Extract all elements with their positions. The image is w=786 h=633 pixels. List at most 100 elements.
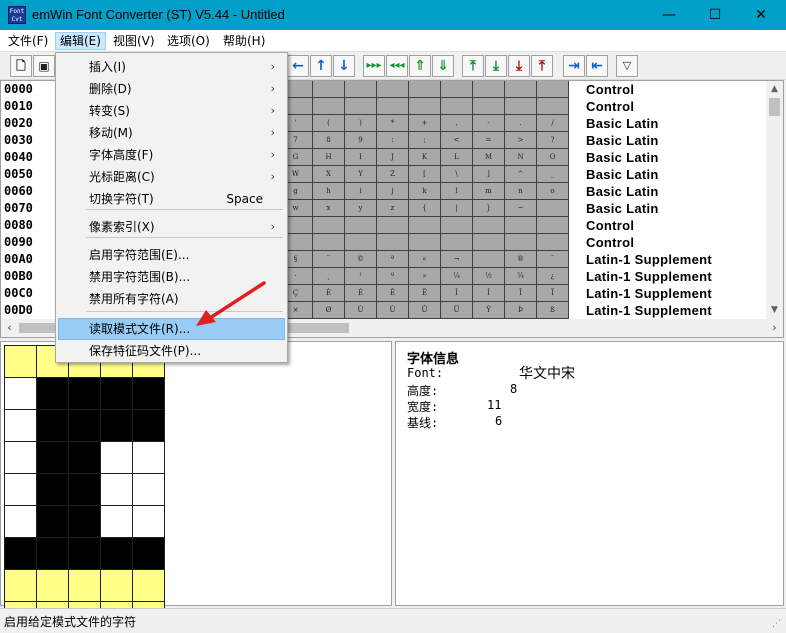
char-code[interactable]: 0060	[4, 183, 54, 200]
menu-view[interactable]: 视图(V)	[109, 32, 159, 50]
pixel-cell[interactable]	[101, 378, 133, 410]
char-cell[interactable]	[377, 98, 409, 115]
char-cell[interactable]: ª	[377, 251, 409, 268]
pixel-cell[interactable]	[5, 442, 37, 474]
move-up-red-icon[interactable]: ⤒	[531, 55, 553, 77]
char-cell[interactable]: ?	[537, 132, 569, 149]
pixel-cell[interactable]	[101, 538, 133, 570]
char-code[interactable]: 0020	[4, 115, 54, 132]
char-cell[interactable]: }	[473, 200, 505, 217]
char-cell[interactable]: /	[537, 115, 569, 132]
pixel-cell[interactable]	[133, 570, 165, 602]
pixel-cell[interactable]	[5, 538, 37, 570]
close-button[interactable]: ✕	[738, 0, 784, 30]
maximize-button[interactable]: ☐	[692, 0, 738, 30]
pixel-cell[interactable]	[37, 410, 69, 442]
menu-file[interactable]: 文件(F)	[4, 32, 52, 50]
char-cell[interactable]: Ë	[409, 285, 441, 302]
arrow-down-icon[interactable]: ↓	[333, 55, 355, 77]
char-cell[interactable]	[377, 81, 409, 98]
scroll-up-icon[interactable]: ▲	[766, 81, 783, 98]
pixel-cell[interactable]	[69, 538, 101, 570]
char-cell[interactable]: n	[505, 183, 537, 200]
char-cell[interactable]: N	[505, 149, 537, 166]
char-cell[interactable]	[345, 234, 377, 251]
move-down-icon[interactable]: ⤓	[485, 55, 507, 77]
char-cell[interactable]: ¿	[537, 268, 569, 285]
align-top-icon[interactable]: ⤒	[462, 55, 484, 77]
char-cell[interactable]: Ù	[345, 302, 377, 319]
char-cell[interactable]: X	[313, 166, 345, 183]
char-cell[interactable]: h	[313, 183, 345, 200]
char-cell[interactable]: Ú	[377, 302, 409, 319]
char-cell[interactable]: K	[409, 149, 441, 166]
char-cell[interactable]: )	[345, 115, 377, 132]
char-cell[interactable]	[441, 98, 473, 115]
char-cell[interactable]: J	[377, 149, 409, 166]
char-cell[interactable]: Ê	[377, 285, 409, 302]
scroll-left-icon[interactable]: ‹	[1, 319, 18, 337]
char-cell[interactable]: «	[409, 251, 441, 268]
char-cell[interactable]: {	[409, 200, 441, 217]
char-cell[interactable]	[505, 98, 537, 115]
char-cell[interactable]	[537, 200, 569, 217]
char-cell[interactable]: »	[409, 268, 441, 285]
pixel-grid[interactable]	[4, 345, 165, 633]
char-cell[interactable]: Z	[377, 166, 409, 183]
char-cell[interactable]: i	[345, 183, 377, 200]
char-code[interactable]: 00D0	[4, 302, 54, 319]
char-cell[interactable]	[313, 217, 345, 234]
char-cell[interactable]: L	[441, 149, 473, 166]
char-cell[interactable]: ,	[441, 115, 473, 132]
char-cell[interactable]: ß	[537, 302, 569, 319]
menu-item-toggle-char[interactable]: 切换字符(T) Space	[58, 188, 285, 210]
menu-options[interactable]: 选项(O)	[163, 32, 214, 50]
char-cell[interactable]: ¾	[505, 268, 537, 285]
char-cell[interactable]: Ü	[441, 302, 473, 319]
pixel-cell[interactable]	[37, 378, 69, 410]
menu-edit[interactable]: 编辑(E)	[55, 32, 106, 50]
char-cell[interactable]: l	[441, 183, 473, 200]
pixel-cell[interactable]	[5, 570, 37, 602]
char-cell[interactable]	[345, 98, 377, 115]
char-cell[interactable]: ¸	[313, 268, 345, 285]
pixel-cell[interactable]	[37, 506, 69, 538]
char-cell[interactable]: [	[409, 166, 441, 183]
menu-item-cursor-distance[interactable]: 光标距离(C) ›	[58, 166, 285, 188]
new-file-icon[interactable]: 🗋	[10, 55, 32, 77]
pixel-cell[interactable]	[69, 506, 101, 538]
char-cell[interactable]: ®	[505, 251, 537, 268]
char-code[interactable]: 00A0	[4, 251, 54, 268]
char-cell[interactable]: _	[537, 166, 569, 183]
char-cell[interactable]	[537, 217, 569, 234]
char-cell[interactable]	[409, 81, 441, 98]
pixel-cell[interactable]	[101, 474, 133, 506]
char-cell[interactable]	[409, 98, 441, 115]
menu-item-save-pattern-file[interactable]: 保存特征码文件(P)...	[58, 340, 285, 362]
char-cell[interactable]: x	[313, 200, 345, 217]
char-cell[interactable]: <	[441, 132, 473, 149]
char-cell[interactable]	[473, 217, 505, 234]
char-code[interactable]: 0040	[4, 149, 54, 166]
char-cell[interactable]	[537, 98, 569, 115]
char-cell[interactable]: y	[345, 200, 377, 217]
arrow-left-icon[interactable]: ←	[287, 55, 309, 77]
char-cell[interactable]: Ì	[441, 285, 473, 302]
pixel-cell[interactable]	[133, 474, 165, 506]
pixel-cell[interactable]	[69, 442, 101, 474]
char-cell[interactable]: ½	[473, 268, 505, 285]
char-cell[interactable]	[505, 234, 537, 251]
char-code[interactable]: 0010	[4, 98, 54, 115]
char-cell[interactable]: ]	[473, 166, 505, 183]
char-cell[interactable]: (	[313, 115, 345, 132]
char-cell[interactable]	[473, 98, 505, 115]
char-cell[interactable]: M	[473, 149, 505, 166]
char-cell[interactable]	[505, 217, 537, 234]
char-cell[interactable]: ^	[505, 166, 537, 183]
scroll-down-icon[interactable]: ▼	[766, 302, 783, 319]
pixel-cell[interactable]	[5, 378, 37, 410]
menu-help[interactable]: 帮助(H)	[219, 32, 269, 50]
pixel-cell[interactable]	[133, 410, 165, 442]
char-cell[interactable]	[345, 81, 377, 98]
char-cell[interactable]	[505, 81, 537, 98]
